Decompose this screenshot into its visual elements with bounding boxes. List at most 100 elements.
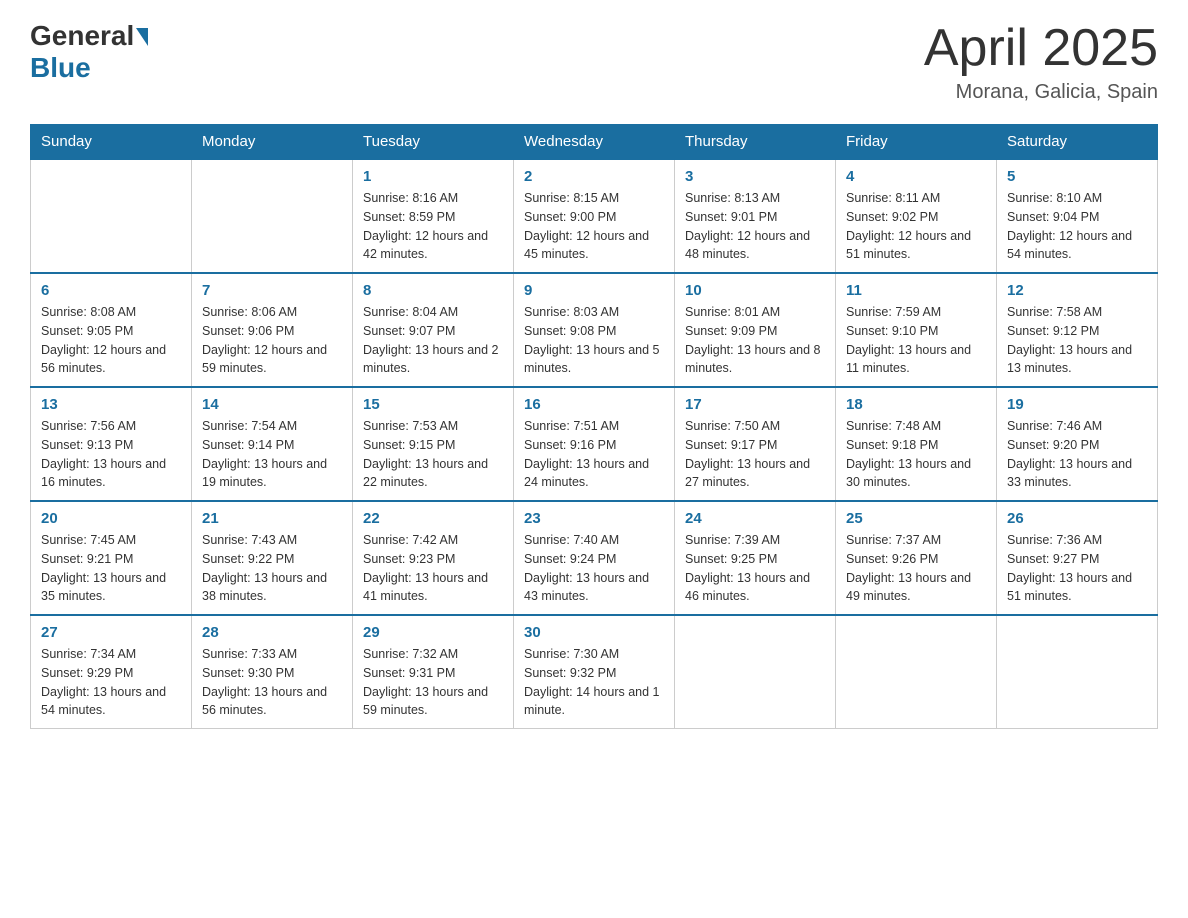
day-header-thursday: Thursday: [675, 125, 836, 160]
calendar-cell: 21 Sunrise: 7:43 AMSunset: 9:22 PMDayligh…: [192, 501, 353, 615]
day-number: 18: [846, 396, 986, 413]
day-info: Sunrise: 7:33 AMSunset: 9:30 PMDaylight:…: [202, 645, 342, 720]
title-section: April 2025 Morana, Galicia, Spain: [924, 20, 1158, 104]
calendar-cell: 25 Sunrise: 7:37 AMSunset: 9:26 PMDayligh…: [836, 501, 997, 615]
calendar-cell: 1 Sunrise: 8:16 AMSunset: 8:59 PMDaylight…: [353, 159, 514, 273]
day-info: Sunrise: 7:51 AMSunset: 9:16 PMDaylight:…: [524, 417, 664, 492]
day-info: Sunrise: 7:53 AMSunset: 9:15 PMDaylight:…: [363, 417, 503, 492]
day-info: Sunrise: 8:06 AMSunset: 9:06 PMDaylight:…: [202, 303, 342, 378]
day-info: Sunrise: 7:36 AMSunset: 9:27 PMDaylight:…: [1007, 531, 1147, 606]
day-number: 13: [41, 396, 181, 413]
day-info: Sunrise: 8:11 AMSunset: 9:02 PMDaylight:…: [846, 189, 986, 264]
calendar-cell: 18 Sunrise: 7:48 AMSunset: 9:18 PMDayligh…: [836, 387, 997, 501]
day-number: 19: [1007, 396, 1147, 413]
day-number: 8: [363, 282, 503, 299]
day-number: 10: [685, 282, 825, 299]
day-number: 14: [202, 396, 342, 413]
day-number: 29: [363, 624, 503, 641]
day-number: 20: [41, 510, 181, 527]
day-number: 9: [524, 282, 664, 299]
calendar-cell: [31, 159, 192, 273]
location: Morana, Galicia, Spain: [924, 81, 1158, 104]
calendar-cell: 9 Sunrise: 8:03 AMSunset: 9:08 PMDaylight…: [514, 273, 675, 387]
week-row-5: 27Sunrise: 7:34 AMSunset: 9:29 PMDayligh…: [31, 615, 1158, 729]
calendar-cell: [192, 159, 353, 273]
calendar-cell: 2 Sunrise: 8:15 AMSunset: 9:00 PMDaylight…: [514, 159, 675, 273]
day-info: Sunrise: 7:48 AMSunset: 9:18 PMDaylight:…: [846, 417, 986, 492]
day-info: Sunrise: 8:13 AMSunset: 9:01 PMDaylight:…: [685, 189, 825, 264]
week-row-3: 13 Sunrise: 7:56 AMSunset: 9:13 PMDayligh…: [31, 387, 1158, 501]
day-info: Sunrise: 7:43 AMSunset: 9:22 PMDaylight:…: [202, 531, 342, 606]
day-number: 1: [363, 168, 503, 185]
calendar-cell: 13 Sunrise: 7:56 AMSunset: 9:13 PMDayligh…: [31, 387, 192, 501]
calendar-cell: 20Sunrise: 7:45 AMSunset: 9:21 PMDayligh…: [31, 501, 192, 615]
calendar-cell: 29 Sunrise: 7:32 AMSunset: 9:31 PMDayligh…: [353, 615, 514, 729]
month-title: April 2025: [924, 20, 1158, 77]
day-number: 25: [846, 510, 986, 527]
day-info: Sunrise: 7:37 AMSunset: 9:26 PMDaylight:…: [846, 531, 986, 606]
day-number: 6: [41, 282, 181, 299]
day-info: Sunrise: 8:16 AMSunset: 8:59 PMDaylight:…: [363, 189, 503, 264]
day-info: Sunrise: 7:58 AMSunset: 9:12 PMDaylight:…: [1007, 303, 1147, 378]
day-number: 11: [846, 282, 986, 299]
day-number: 12: [1007, 282, 1147, 299]
calendar-cell: 22 Sunrise: 7:42 AMSunset: 9:23 PMDayligh…: [353, 501, 514, 615]
week-row-4: 20Sunrise: 7:45 AMSunset: 9:21 PMDayligh…: [31, 501, 1158, 615]
day-header-sunday: Sunday: [31, 125, 192, 160]
calendar-cell: 24 Sunrise: 7:39 AMSunset: 9:25 PMDayligh…: [675, 501, 836, 615]
calendar-cell: 11Sunrise: 7:59 AMSunset: 9:10 PMDayligh…: [836, 273, 997, 387]
calendar-cell: 30 Sunrise: 7:30 AMSunset: 9:32 PMDayligh…: [514, 615, 675, 729]
day-number: 7: [202, 282, 342, 299]
calendar-cell: [836, 615, 997, 729]
calendar-cell: 12 Sunrise: 7:58 AMSunset: 9:12 PMDayligh…: [997, 273, 1158, 387]
day-info: Sunrise: 7:32 AMSunset: 9:31 PMDaylight:…: [363, 645, 503, 720]
day-header-monday: Monday: [192, 125, 353, 160]
day-number: 26: [1007, 510, 1147, 527]
day-info: Sunrise: 8:04 AMSunset: 9:07 PMDaylight:…: [363, 303, 503, 378]
calendar-cell: 16 Sunrise: 7:51 AMSunset: 9:16 PMDayligh…: [514, 387, 675, 501]
day-number: 4: [846, 168, 986, 185]
logo-arrow-icon: [136, 28, 148, 46]
calendar-cell: 23Sunrise: 7:40 AMSunset: 9:24 PMDayligh…: [514, 501, 675, 615]
day-info: Sunrise: 7:42 AMSunset: 9:23 PMDaylight:…: [363, 531, 503, 606]
day-info: Sunrise: 8:03 AMSunset: 9:08 PMDaylight:…: [524, 303, 664, 378]
day-info: Sunrise: 8:01 AMSunset: 9:09 PMDaylight:…: [685, 303, 825, 378]
day-info: Sunrise: 7:30 AMSunset: 9:32 PMDaylight:…: [524, 645, 664, 720]
day-number: 2: [524, 168, 664, 185]
calendar-cell: 27Sunrise: 7:34 AMSunset: 9:29 PMDayligh…: [31, 615, 192, 729]
page-header: General Blue April 2025 Morana, Galicia,…: [30, 20, 1158, 104]
calendar-cell: 4 Sunrise: 8:11 AMSunset: 9:02 PMDaylight…: [836, 159, 997, 273]
week-row-2: 6 Sunrise: 8:08 AMSunset: 9:05 PMDaylight…: [31, 273, 1158, 387]
calendar-cell: [675, 615, 836, 729]
day-info: Sunrise: 7:50 AMSunset: 9:17 PMDaylight:…: [685, 417, 825, 492]
calendar-cell: 5Sunrise: 8:10 AMSunset: 9:04 PMDaylight…: [997, 159, 1158, 273]
calendar-cell: 19Sunrise: 7:46 AMSunset: 9:20 PMDayligh…: [997, 387, 1158, 501]
day-number: 21: [202, 510, 342, 527]
day-header-tuesday: Tuesday: [353, 125, 514, 160]
day-number: 24: [685, 510, 825, 527]
day-info: Sunrise: 7:56 AMSunset: 9:13 PMDaylight:…: [41, 417, 181, 492]
calendar-cell: 6 Sunrise: 8:08 AMSunset: 9:05 PMDaylight…: [31, 273, 192, 387]
calendar-cell: 8 Sunrise: 8:04 AMSunset: 9:07 PMDaylight…: [353, 273, 514, 387]
calendar-cell: 14Sunrise: 7:54 AMSunset: 9:14 PMDayligh…: [192, 387, 353, 501]
day-header-friday: Friday: [836, 125, 997, 160]
day-info: Sunrise: 7:34 AMSunset: 9:29 PMDaylight:…: [41, 645, 181, 720]
day-number: 22: [363, 510, 503, 527]
day-info: Sunrise: 8:08 AMSunset: 9:05 PMDaylight:…: [41, 303, 181, 378]
day-info: Sunrise: 8:15 AMSunset: 9:00 PMDaylight:…: [524, 189, 664, 264]
calendar-cell: 10 Sunrise: 8:01 AMSunset: 9:09 PMDayligh…: [675, 273, 836, 387]
day-number: 30: [524, 624, 664, 641]
day-info: Sunrise: 7:39 AMSunset: 9:25 PMDaylight:…: [685, 531, 825, 606]
calendar-cell: 15Sunrise: 7:53 AMSunset: 9:15 PMDayligh…: [353, 387, 514, 501]
logo-blue-text: Blue: [30, 52, 91, 84]
calendar-cell: 17Sunrise: 7:50 AMSunset: 9:17 PMDayligh…: [675, 387, 836, 501]
logo: General Blue: [30, 20, 148, 84]
day-number: 16: [524, 396, 664, 413]
calendar-cell: [997, 615, 1158, 729]
calendar-table: SundayMondayTuesdayWednesdayThursdayFrid…: [30, 124, 1158, 729]
day-header-wednesday: Wednesday: [514, 125, 675, 160]
day-info: Sunrise: 8:10 AMSunset: 9:04 PMDaylight:…: [1007, 189, 1147, 264]
day-number: 23: [524, 510, 664, 527]
week-row-1: 1 Sunrise: 8:16 AMSunset: 8:59 PMDaylight…: [31, 159, 1158, 273]
calendar-cell: 26 Sunrise: 7:36 AMSunset: 9:27 PMDayligh…: [997, 501, 1158, 615]
